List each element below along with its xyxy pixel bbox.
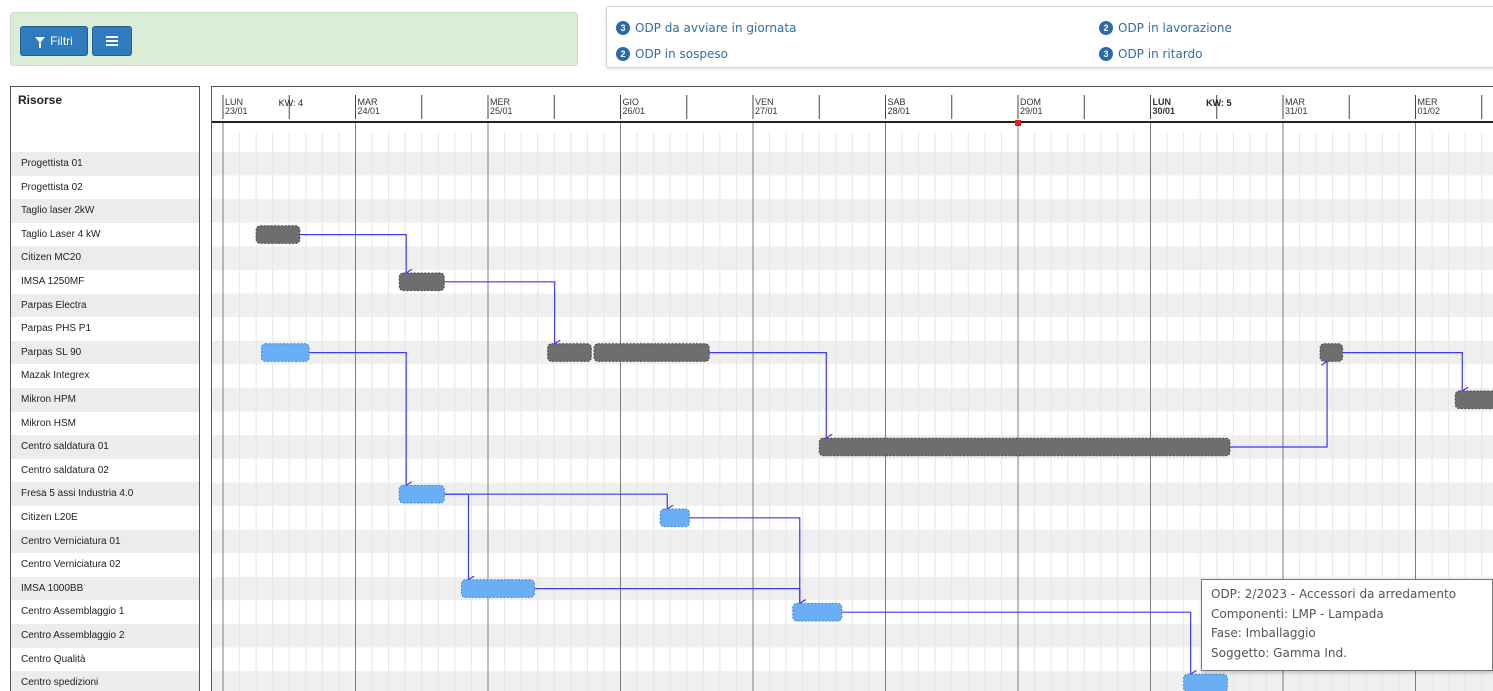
- resource-row[interactable]: Progettista 01: [11, 152, 199, 176]
- day-date-label: 26/01: [623, 106, 646, 116]
- task-bar[interactable]: [792, 602, 843, 622]
- task-bar[interactable]: [260, 343, 310, 362]
- task-bar[interactable]: [398, 272, 445, 292]
- task-bar[interactable]: [1183, 673, 1228, 691]
- filter-button[interactable]: Filtri: [20, 26, 88, 56]
- resource-row[interactable]: Centro saldatura 01: [11, 435, 199, 459]
- day-date-label: 30/01: [1153, 106, 1176, 116]
- summary-item-suspended[interactable]: 2 ODP in sospeso: [616, 47, 728, 61]
- count-badge: 3: [616, 21, 630, 35]
- resource-row[interactable]: Centro spedizioni: [11, 671, 199, 691]
- day-date-label: 28/01: [888, 106, 911, 116]
- resource-row[interactable]: Centro Verniciatura 02: [11, 553, 199, 577]
- task-bar[interactable]: [398, 484, 445, 504]
- resource-row[interactable]: Progettista 02: [11, 176, 199, 200]
- day-date-label: 01/02: [1418, 106, 1441, 116]
- tooltip-component: Componenti: LMP - Lampada: [1211, 606, 1384, 621]
- task-tooltip: ODP: 2/2023 - Accessori da arredamento C…: [1201, 579, 1493, 671]
- day-date-label: 25/01: [490, 106, 513, 116]
- resource-row[interactable]: IMSA 1000BB: [11, 576, 199, 601]
- resource-row[interactable]: Fresa 5 assi Industria 4.0: [11, 482, 199, 506]
- resource-row[interactable]: Centro Assemblaggio 1: [11, 600, 199, 624]
- resource-row[interactable]: Taglio Laser 4 kW: [11, 223, 199, 247]
- resource-row[interactable]: Mikron HSM: [11, 412, 199, 436]
- resource-row[interactable]: Centro saldatura 02: [11, 459, 199, 483]
- resource-row[interactable]: Taglio laser 2kW: [11, 199, 199, 223]
- summary-label: ODP in sospeso: [635, 47, 728, 61]
- task-bar[interactable]: [461, 579, 535, 598]
- task-bar[interactable]: [1454, 390, 1493, 410]
- summary-panel: 3 ODP da avviare in giornata 2 ODP in so…: [606, 6, 1493, 68]
- summary-label: ODP in ritardo: [1118, 47, 1203, 61]
- task-bar[interactable]: [1319, 343, 1344, 362]
- resource-row[interactable]: Centro Verniciatura 01: [11, 529, 199, 554]
- day-date-label: 29/01: [1020, 106, 1043, 116]
- task-bar[interactable]: [547, 343, 592, 362]
- filter-panel: Filtri: [10, 12, 578, 66]
- tooltip-odp: ODP: 2/2023 - Accessori da arredamento: [1211, 587, 1457, 601]
- resource-row[interactable]: Centro Assemblaggio 2: [11, 624, 199, 648]
- resource-panel-title: Risorse: [18, 93, 63, 107]
- count-badge: 3: [1099, 47, 1113, 61]
- count-badge: 2: [616, 47, 630, 61]
- hamburger-icon: [106, 36, 118, 46]
- task-bar[interactable]: [593, 343, 710, 362]
- summary-item-late[interactable]: 3 ODP in ritardo: [1099, 47, 1203, 61]
- resource-row[interactable]: Parpas PHS P1: [11, 317, 199, 341]
- summary-item-to-start[interactable]: 3 ODP da avviare in giornata: [616, 21, 796, 35]
- task-bar[interactable]: [255, 225, 301, 244]
- week-label: KW: 5: [1206, 98, 1231, 108]
- task-bar[interactable]: [659, 508, 690, 528]
- tooltip-phase: Fase: Imballaggio: [1211, 626, 1316, 640]
- resource-row[interactable]: Parpas SL 90: [11, 340, 199, 365]
- tooltip-subject: Soggetto: Gamma Ind.: [1211, 645, 1347, 660]
- menu-button[interactable]: [92, 26, 132, 56]
- filter-button-label: Filtri: [50, 34, 73, 48]
- resource-row[interactable]: Parpas Electra: [11, 293, 199, 318]
- resource-row[interactable]: Mikron HPM: [11, 388, 199, 412]
- day-date-label: 23/01: [225, 106, 248, 116]
- summary-item-in-progress[interactable]: 2 ODP in lavorazione: [1099, 21, 1232, 35]
- resource-row[interactable]: Mazak Integrex: [11, 364, 199, 388]
- day-date-label: 31/01: [1285, 106, 1308, 116]
- today-marker: [1015, 120, 1021, 126]
- resource-row[interactable]: IMSA 1250MF: [11, 270, 199, 294]
- summary-label: ODP in lavorazione: [1118, 21, 1232, 35]
- task-bar[interactable]: [818, 437, 1231, 457]
- funnel-icon: [35, 36, 46, 48]
- resource-panel: Risorse Progettista 01 Progettista 02 Tagl…: [10, 86, 200, 691]
- resource-row[interactable]: Citizen L20E: [11, 506, 199, 530]
- week-label: KW: 4: [279, 98, 303, 108]
- summary-label: ODP da avviare in giornata: [635, 21, 797, 35]
- resource-row[interactable]: Citizen MC20: [11, 246, 199, 270]
- day-date-label: 24/01: [358, 106, 381, 116]
- day-date-label: 27/01: [755, 106, 778, 116]
- resource-row[interactable]: Centro Qualità: [11, 648, 199, 672]
- count-badge: 2: [1099, 21, 1113, 35]
